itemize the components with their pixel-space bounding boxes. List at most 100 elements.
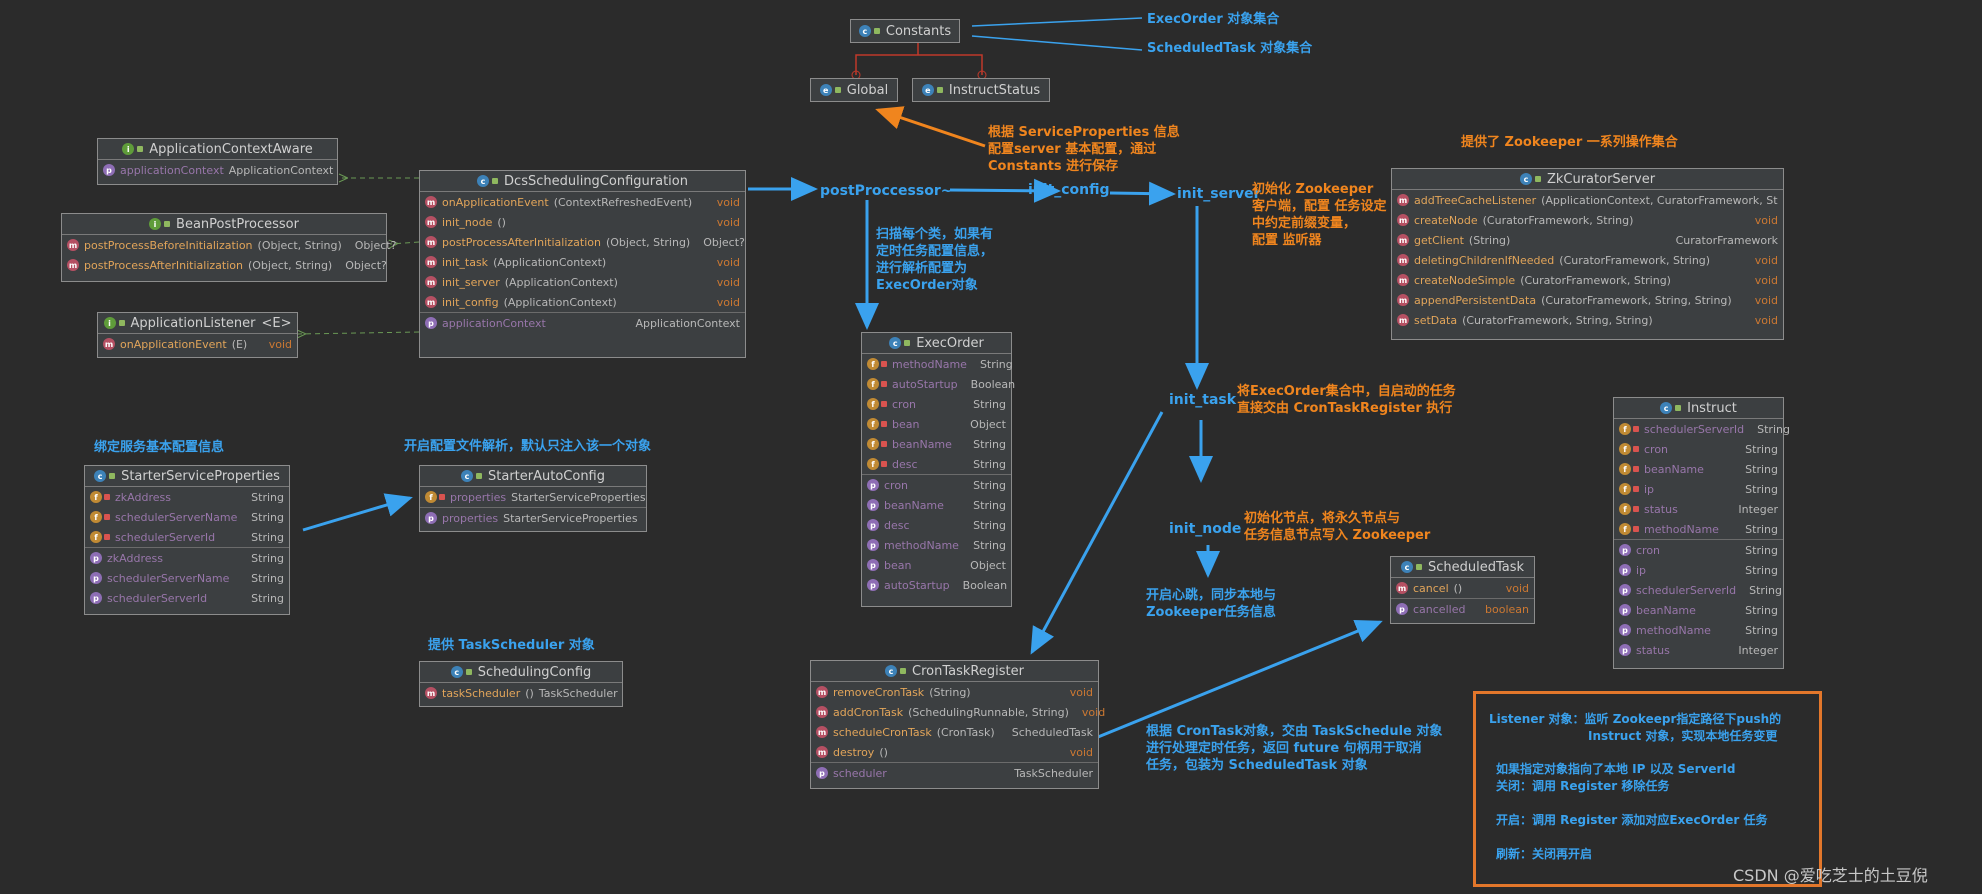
member-type: void <box>716 195 740 209</box>
note-init-node: 初始化节点，将永久节点与 任务信息节点写入 Zookeeper <box>1244 510 1430 544</box>
lock-icon <box>881 361 887 367</box>
property-icon: p <box>425 512 437 524</box>
note-line: Zookeeper任务信息 <box>1146 605 1276 620</box>
member-type: String <box>973 518 1006 532</box>
note-bind-service: 绑定服务基本配置信息 <box>94 440 225 455</box>
member-type: ScheduledTask <box>1011 725 1093 739</box>
bean-post-processor-interface: i BeanPostProcessor m postProcessBeforeIni… <box>61 213 396 282</box>
member-name: methodName <box>1636 623 1711 637</box>
note-line: 扫描每个类，如果有 <box>876 227 994 242</box>
field-icon: f <box>867 378 879 390</box>
application-listener-interface: i ApplicationListener <E> m onApplicationEv… <box>97 312 298 358</box>
method-icon: m <box>816 726 828 738</box>
member-name: bean <box>884 558 912 572</box>
note-line: 客户端，配置 任务设定 <box>1252 199 1387 214</box>
member-args: (Object, String) <box>247 258 333 272</box>
member-type: StarterServiceProperties <box>503 511 638 525</box>
member-args: (ContextRefreshedEvent) <box>553 195 693 209</box>
field-icon: f <box>867 458 879 470</box>
lock-icon <box>881 441 887 447</box>
member-row: m postProcessAfterInitialization (Object, … <box>62 255 387 275</box>
note-line: 任务信息节点写入 Zookeeper <box>1244 528 1431 543</box>
member-row: f methodName String <box>862 354 1013 374</box>
member-args: (CronTask) <box>936 725 995 739</box>
dcs-scheduling-configuration-class: c DcsSchedulingConfiguration m onApplicati… <box>419 170 746 358</box>
lock-icon <box>1633 466 1639 472</box>
member-type: Boolean <box>962 578 1008 592</box>
interface-icon: i <box>103 317 116 329</box>
method-icon: m <box>816 746 828 758</box>
member-type: Object? <box>703 235 745 249</box>
property-icon: p <box>867 519 879 531</box>
member-args: (CuratorFramework, String) <box>1482 213 1634 227</box>
property-icon: p <box>425 317 437 329</box>
member-args: (String) <box>929 685 971 699</box>
class-name: BeanPostProcessor <box>176 216 299 232</box>
member-type: Object <box>970 558 1006 572</box>
member-type: String <box>1745 543 1778 557</box>
member-row: m init_task (ApplicationContext) void <box>420 252 745 272</box>
lock-icon <box>1534 176 1541 182</box>
class-name: ApplicationListener <box>130 315 256 331</box>
constants-class: c Constants <box>850 19 960 43</box>
member-row: m postProcessAfterInitialization (Object, … <box>420 232 745 252</box>
note-line: ExecOrder对象 <box>876 278 978 293</box>
lock-icon <box>137 146 144 152</box>
member-args: (CuratorFramework, String, String) <box>1462 313 1653 327</box>
field-icon: f <box>90 511 102 523</box>
member-name: schedulerServerId <box>1644 422 1745 436</box>
member-row: p zkAddress String <box>85 547 289 568</box>
member-row: m scheduleCronTask (CronTask) ScheduledTask <box>811 722 1098 742</box>
note-line: 进行解析配置为 <box>876 261 968 276</box>
property-icon: p <box>867 479 879 491</box>
lock-icon <box>109 473 116 479</box>
member-type: boolean <box>1485 602 1529 616</box>
lock-icon <box>164 221 171 227</box>
member-row: m removeCronTask (String) void <box>811 682 1098 702</box>
lock-icon <box>492 178 499 184</box>
member-name: init_config <box>442 295 499 309</box>
member-type: void <box>1754 253 1778 267</box>
member-args: (ApplicationContext) <box>504 275 618 289</box>
member-name: postProcessAfterInitialization <box>84 258 243 272</box>
lock-icon <box>104 534 110 540</box>
instruct-status-class: e InstructStatus <box>912 78 1050 102</box>
member-row: f beanName String <box>1614 459 1783 479</box>
member-name: onApplicationEvent <box>120 337 227 351</box>
class-icon: c <box>461 470 473 482</box>
member-name: desc <box>884 518 910 532</box>
member-row: m init_node () void <box>420 212 745 232</box>
member-row: m setData (CuratorFramework, String, Strin… <box>1392 310 1783 330</box>
method-icon: m <box>425 276 437 288</box>
member-args: (ApplicationContext, CuratorFramework, S… <box>1541 193 1778 207</box>
property-icon: p <box>1619 604 1631 616</box>
member-name: cancel <box>1413 581 1449 595</box>
flow-init-server: init_server <box>1177 186 1261 202</box>
class-name: Instruct <box>1687 400 1737 416</box>
lock-icon <box>881 461 887 467</box>
member-row: p cron String <box>862 474 1011 495</box>
member-args: () <box>497 215 506 229</box>
member-row: f schedulerServerId String <box>1614 419 1790 439</box>
member-row: p methodName String <box>862 535 1011 555</box>
property-icon: p <box>816 767 828 779</box>
exec-order-class: c ExecOrder f methodName String f autoStartu… <box>861 332 1015 607</box>
member-name: ip <box>1644 482 1655 496</box>
member-type: String <box>251 571 284 585</box>
member-row: f properties StarterServiceProperties <box>420 487 646 507</box>
method-icon: m <box>1397 234 1409 246</box>
member-row: p beanName String <box>862 495 1011 515</box>
class-icon: c <box>1400 561 1413 573</box>
member-type: Integer <box>1738 643 1778 657</box>
member-row: p schedulerServerId String <box>85 588 289 608</box>
flow-post-processor: postProccessor~ <box>820 183 953 199</box>
member-args: (CuratorFramework, String) <box>1559 253 1711 267</box>
note-exec-order-set: ExecOrder 对象集合 <box>1147 12 1280 27</box>
member-row: p schedulerServerId String <box>1614 580 1783 600</box>
member-row: m postProcessBeforeInitialization (Object,… <box>62 235 396 255</box>
member-name: cron <box>1644 442 1669 456</box>
member-name: destroy <box>833 745 875 759</box>
legend-line: Listener 对象：监听 Zookeepr指定路径下push的 <box>1489 712 1782 726</box>
member-name: schedulerServerId <box>107 591 208 605</box>
member-type: String <box>1757 422 1790 436</box>
